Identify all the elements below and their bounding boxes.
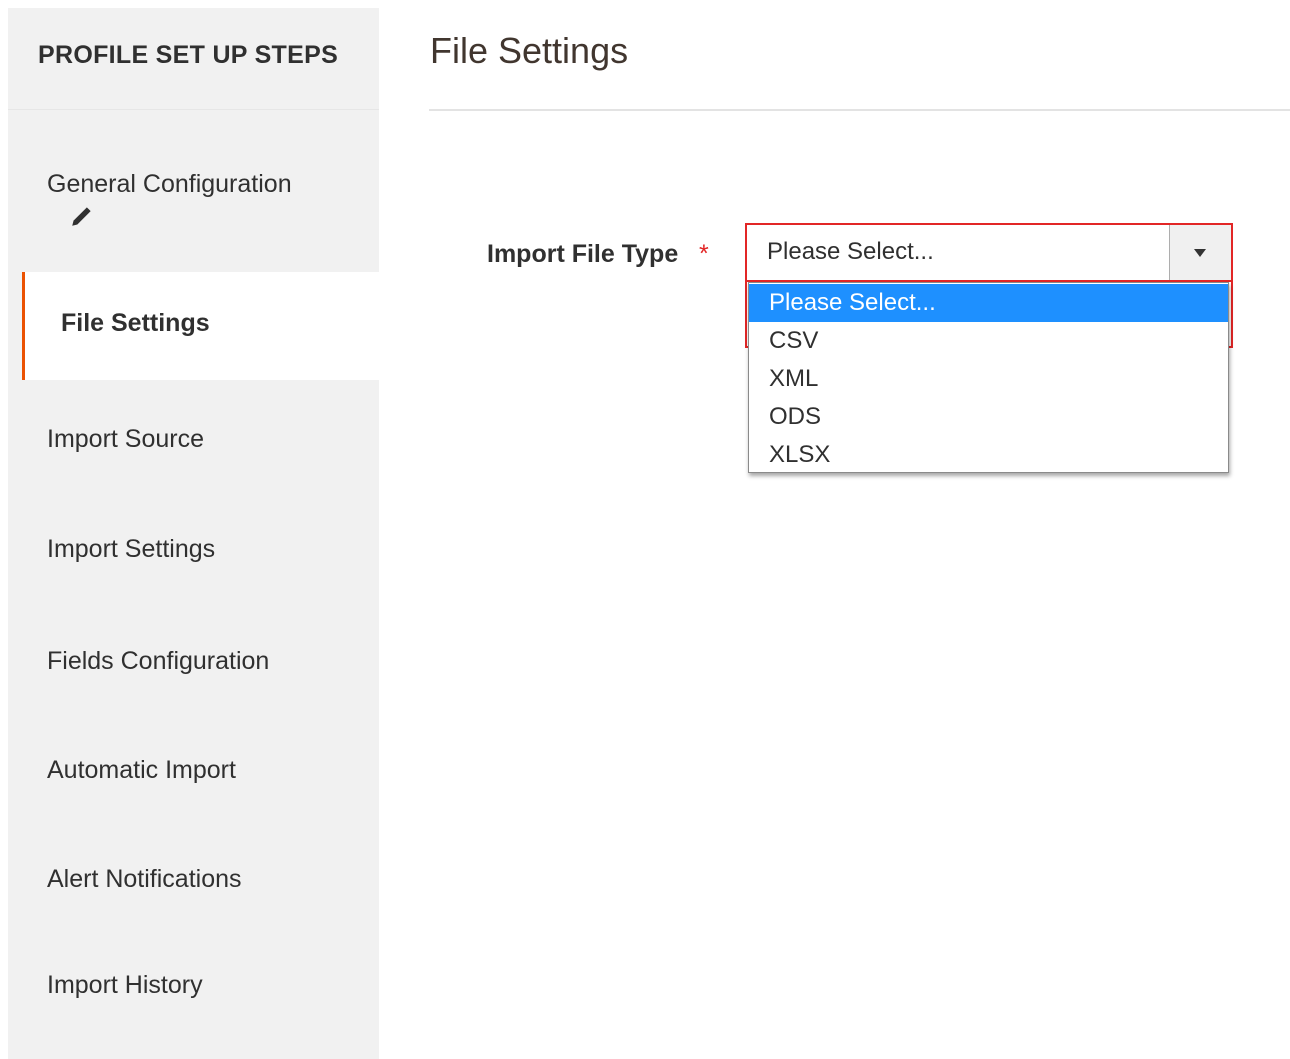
page-title: File Settings [430,30,629,71]
step-label: File Settings [61,309,210,337]
step-alert-notifications[interactable]: Alert Notifications [8,820,379,926]
step-label: Import Source [47,425,205,453]
option-please-select[interactable]: Please Select... [749,284,1228,322]
step-import-source[interactable]: Import Source [8,380,379,490]
step-label: Fields Configuration [47,647,270,675]
title-divider [429,109,1290,111]
pencil-icon[interactable] [69,203,95,229]
import-file-type-options: Please Select... CSV XML ODS XLSX [748,282,1229,473]
step-label: Automatic Import [47,756,236,784]
step-label: Import Settings [47,535,216,563]
select-current-value: Please Select... [767,238,934,265]
sidebar-title: PROFILE SET UP STEPS [8,8,379,110]
option-csv[interactable]: CSV [749,322,1228,360]
step-file-settings[interactable]: File Settings [22,272,393,380]
option-xml[interactable]: XML [749,360,1228,398]
import-file-type-label: Import File Type [487,240,679,268]
step-label: Import History [47,971,203,999]
option-xlsx[interactable]: XLSX [749,436,1228,474]
step-import-settings[interactable]: Import Settings [8,490,379,600]
step-label: General Configuration [47,170,292,198]
step-automatic-import[interactable]: Automatic Import [8,710,379,820]
step-import-history[interactable]: Import History [8,926,379,1036]
step-general-configuration[interactable]: General Configuration [8,110,379,272]
profile-steps-sidebar: PROFILE SET UP STEPS General Configurati… [8,8,393,1059]
import-file-type-select[interactable]: Please Select... [745,223,1233,282]
option-ods[interactable]: ODS [749,398,1228,436]
step-label: Alert Notifications [47,865,242,893]
required-indicator: * [699,240,709,268]
step-fields-configuration[interactable]: Fields Configuration [8,600,379,710]
chevron-down-icon[interactable] [1169,225,1231,280]
